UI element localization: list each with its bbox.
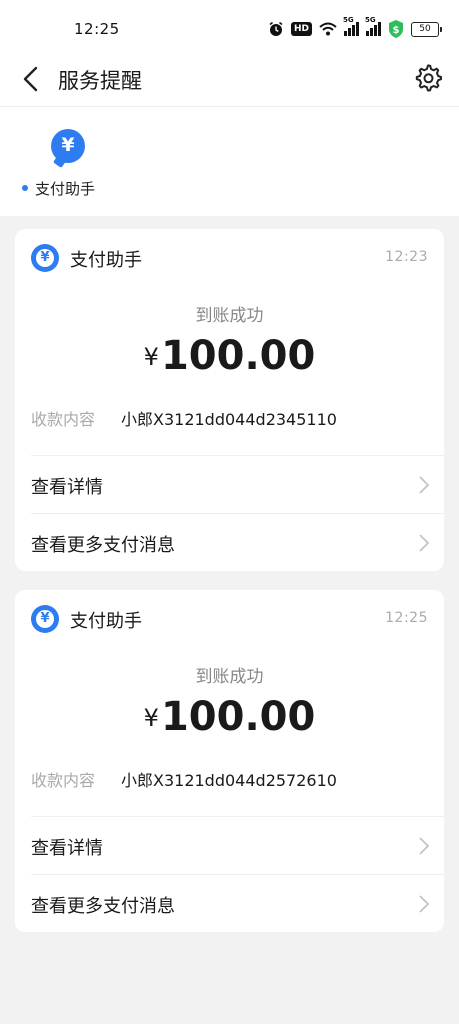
card-status: 到账成功 bbox=[195, 667, 264, 687]
field-value: 小郎X3121dd044d2572610 bbox=[121, 771, 337, 790]
view-more-payment-messages-link[interactable]: 查看更多支付消息 bbox=[15, 875, 444, 931]
currency-symbol: ¥ bbox=[143, 343, 159, 371]
card-time: 12:23 bbox=[385, 249, 428, 265]
chevron-right-icon bbox=[419, 895, 430, 913]
field-label: 收款内容 bbox=[31, 410, 96, 429]
view-details-label: 查看详情 bbox=[31, 477, 103, 498]
payment-assistant-icon: ¥ bbox=[51, 129, 85, 163]
view-more-label: 查看更多支付消息 bbox=[31, 896, 175, 917]
status-bar: 12:25 HD 5G 5G $ 50 bbox=[0, 0, 459, 54]
payment-assistant-avatar-icon: ¥ bbox=[31, 244, 59, 272]
field-label: 收款内容 bbox=[31, 771, 96, 790]
network-type-1: 5G bbox=[343, 16, 354, 24]
hd-voice-badge: HD bbox=[290, 22, 312, 36]
svg-text:$: $ bbox=[393, 25, 400, 36]
nav-bar: 服务提醒 bbox=[0, 54, 459, 107]
status-icons: HD 5G 5G $ 50 bbox=[268, 16, 442, 39]
cellular-signal-1-icon: 5G bbox=[343, 16, 359, 36]
chevron-right-icon bbox=[419, 837, 430, 855]
card-status: 到账成功 bbox=[195, 306, 264, 326]
alarm-icon bbox=[269, 21, 283, 36]
payment-notification-card: ¥ 支付助手 12:23 到账成功 ¥100.00 收款内容 小郎X3121dd… bbox=[15, 229, 444, 571]
back-arrow-icon[interactable] bbox=[18, 64, 46, 94]
payment-notification-card: ¥ 支付助手 12:25 到账成功 ¥100.00 收款内容 小郎X3121dd… bbox=[15, 590, 444, 932]
wifi-icon bbox=[319, 22, 337, 36]
battery-icon: 50 bbox=[411, 21, 442, 37]
tab-payment-assistant[interactable]: ¥ 支付助手 bbox=[22, 129, 106, 199]
page-title: 服务提醒 bbox=[58, 69, 142, 93]
view-details-link[interactable]: 查看详情 bbox=[15, 456, 444, 512]
chevron-right-icon bbox=[419, 534, 430, 552]
yuan-glyph: ¥ bbox=[61, 134, 75, 156]
amount-value: 100.00 bbox=[160, 694, 316, 740]
network-type-2: 5G bbox=[365, 16, 376, 24]
card-amount: ¥100.00 bbox=[15, 694, 444, 740]
status-time: 12:25 bbox=[74, 20, 120, 38]
card-sender: 支付助手 bbox=[70, 611, 142, 632]
security-shield-icon: $ bbox=[389, 20, 403, 38]
field-value: 小郎X3121dd044d2345110 bbox=[121, 410, 337, 429]
view-details-label: 查看详情 bbox=[31, 838, 103, 859]
view-more-payment-messages-link[interactable]: 查看更多支付消息 bbox=[15, 514, 444, 570]
view-details-link[interactable]: 查看详情 bbox=[15, 817, 444, 873]
tab-selected-dot bbox=[22, 185, 28, 191]
card-time: 12:25 bbox=[385, 610, 428, 626]
assistant-tab-strip: ¥ 支付助手 bbox=[0, 107, 459, 216]
currency-symbol: ¥ bbox=[143, 704, 159, 732]
view-more-label: 查看更多支付消息 bbox=[31, 535, 175, 556]
card-amount: ¥100.00 bbox=[15, 333, 444, 379]
chevron-right-icon bbox=[419, 476, 430, 494]
amount-value: 100.00 bbox=[160, 333, 316, 379]
card-sender: 支付助手 bbox=[70, 250, 142, 271]
payment-assistant-avatar-icon: ¥ bbox=[31, 605, 59, 633]
yuan-glyph: ¥ bbox=[36, 610, 54, 628]
cellular-signal-2-icon: 5G bbox=[365, 16, 381, 36]
yuan-glyph: ¥ bbox=[36, 249, 54, 267]
tab-label: 支付助手 bbox=[35, 180, 96, 198]
settings-gear-icon[interactable] bbox=[413, 63, 443, 93]
